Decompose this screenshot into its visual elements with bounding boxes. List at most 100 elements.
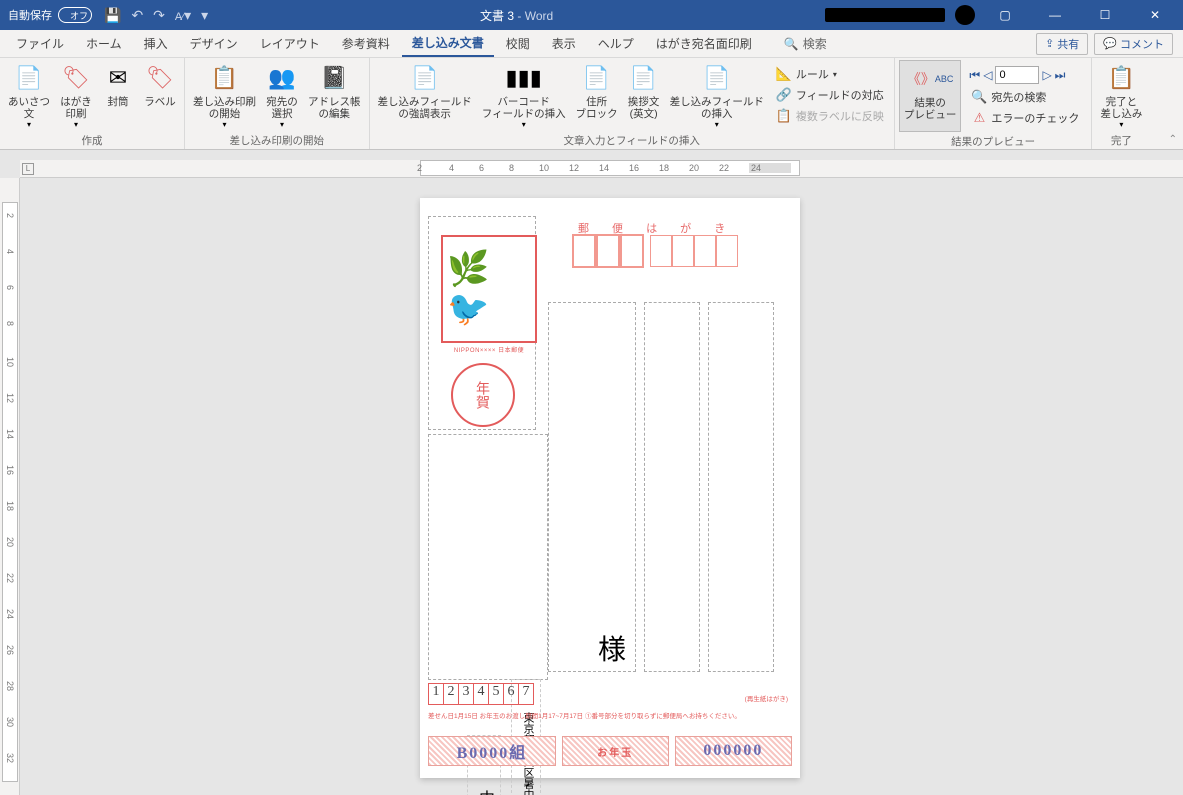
undo-icon[interactable]: ↶ (131, 7, 143, 24)
close-icon[interactable]: ✕ (1135, 0, 1175, 30)
tab-view[interactable]: 表示 (542, 31, 586, 56)
group-preview-label: 結果のプレビュー (899, 132, 1088, 151)
share-button[interactable]: ⇪共有 (1036, 33, 1088, 55)
highlight-fields-button[interactable]: 📄差し込みフィールド の強調表示 (374, 60, 476, 131)
ruler-mark: 22 (719, 163, 729, 173)
group-finish-label: 完了 (1096, 131, 1146, 150)
tab-references[interactable]: 参考資料 (332, 31, 400, 56)
ribbon-display-icon[interactable]: ▢ (985, 0, 1025, 30)
tab-review[interactable]: 校閲 (496, 31, 540, 56)
user-avatar[interactable] (955, 5, 975, 25)
postcard-print-button[interactable]: 🏷はがき 印刷▾ (56, 60, 96, 131)
autosave-state: オフ (58, 7, 92, 23)
sender-postal-digit: 1 (428, 683, 444, 705)
greeting-icon: 📄 (13, 62, 45, 94)
stamp-caption: NIPPON×××× 日本郵便 (441, 345, 537, 354)
stamp-image: 🌿🐦 (441, 235, 537, 343)
address-block-button[interactable]: 📄住所 ブロック (572, 60, 622, 131)
redo-icon[interactable]: ↷ (153, 7, 165, 24)
barcode-field-button[interactable]: ▮▮▮バーコード フィールドの挿入▾ (478, 60, 570, 131)
match-fields-button[interactable]: 🔗フィールドの対応 (772, 85, 888, 105)
error-check-button[interactable]: ⚠エラーのチェック (967, 108, 1083, 128)
comment-button[interactable]: 💬コメント (1094, 33, 1173, 55)
finish-icon: 📋 (1105, 62, 1137, 94)
search-box[interactable]: 🔍検索 (784, 35, 827, 52)
ruler-mark: 8 (509, 163, 514, 173)
insert-field-button[interactable]: 📄差し込みフィールド の挿入▾ (666, 60, 768, 131)
find-recipient-button[interactable]: 🔍宛先の検索 (967, 87, 1083, 107)
tab-help[interactable]: ヘルプ (588, 31, 644, 56)
recipient-address2-textbox[interactable] (644, 302, 700, 672)
ruler-mark: 4 (449, 163, 454, 173)
tab-layout[interactable]: レイアウト (250, 31, 330, 56)
tab-hagaki[interactable]: はがき宛名面印刷 (646, 31, 762, 56)
ruler-mark: 14 (599, 163, 609, 173)
find-icon: 🔍 (971, 89, 987, 105)
next-record-icon[interactable]: ▷ (1042, 68, 1051, 82)
match-icon: 🔗 (776, 87, 792, 103)
nenga-seal: 年賀 (451, 363, 515, 427)
greeting-en-button[interactable]: 📄挨拶文 (英文) (624, 60, 664, 131)
highlight-icon: 📄 (409, 62, 441, 94)
envelope-button[interactable]: ✉封筒 (98, 60, 138, 131)
group-start: 📋差し込み印刷 の開始▾ 👥宛先の 選択▾ 📓アドレス帳 の編集 差し込み印刷の… (185, 58, 370, 149)
font-reflect-icon[interactable]: A⁄▾ (175, 7, 191, 24)
vertical-ruler[interactable]: 2 4 6 8 10 12 14 16 18 20 22 24 26 28 30… (0, 178, 20, 795)
maximize-icon[interactable]: ☐ (1085, 0, 1125, 30)
ribbon: 📄あいさつ 文▾ 🏷はがき 印刷▾ ✉封筒 🏷ラベル 作成 📋差し込み印刷 の開… (0, 58, 1183, 150)
ruler-mark: 24 (5, 609, 15, 619)
preview-results-button[interactable]: 《》ABC結果の プレビュー (899, 60, 962, 132)
ruler-mark: 8 (5, 321, 15, 326)
select-recipients-button[interactable]: 👥宛先の 選択▾ (262, 60, 302, 131)
start-merge-button[interactable]: 📋差し込み印刷 の開始▾ (189, 60, 260, 131)
finish-merge-button[interactable]: 📋完了と 差し込み▾ (1096, 60, 1146, 131)
tab-mailings[interactable]: 差し込み文書 (402, 30, 494, 57)
tab-file[interactable]: ファイル (6, 31, 74, 56)
save-icon[interactable]: 💾 (104, 7, 121, 24)
group-create: 📄あいさつ 文▾ 🏷はがき 印刷▾ ✉封筒 🏷ラベル 作成 (0, 58, 185, 149)
recycled-paper-label: (再生紙はがき) (745, 693, 788, 703)
ruler-mark: 16 (629, 163, 639, 173)
greeting-text-button[interactable]: 📄あいさつ 文▾ (4, 60, 54, 131)
sender-textbox[interactable]: 東京都大田区暑中町二ー一二ー八 暑 中 太 郎 (428, 434, 548, 680)
tab-design[interactable]: デザイン (180, 31, 248, 56)
start-merge-icon: 📋 (209, 62, 241, 94)
honorific-sama: 様 (598, 628, 626, 668)
collapse-ribbon-icon[interactable]: ⌃ (1169, 134, 1177, 145)
stamp-textbox[interactable]: 🌿🐦 NIPPON×××× 日本郵便 年賀 (428, 216, 536, 430)
document-canvas[interactable]: 郵 便 は が き 🌿🐦 NIPPON×××× 日本郵便 年賀 様 東京都大田区… (20, 178, 1183, 795)
window-title: 文書 3 - Word (208, 7, 825, 24)
recipient-address1-textbox[interactable] (708, 302, 774, 672)
sender-postal-digit: 3 (458, 683, 474, 705)
update-labels-icon: 📋 (776, 108, 792, 124)
sender-postal-digit: 4 (473, 683, 489, 705)
recipient-name-textbox[interactable] (548, 302, 636, 672)
record-number-input[interactable] (995, 66, 1039, 84)
minimize-icon[interactable]: — (1035, 0, 1075, 30)
ruler-mark: 12 (569, 163, 579, 173)
autosave-toggle[interactable]: 自動保存 オフ (8, 7, 92, 23)
label-icon: 🏷 (144, 62, 176, 94)
ruler-mark: 30 (5, 717, 15, 727)
horizontal-ruler[interactable]: L 2 4 6 8 10 12 14 16 18 20 22 24 (20, 160, 1183, 178)
page[interactable]: 郵 便 は が き 🌿🐦 NIPPON×××× 日本郵便 年賀 様 東京都大田区… (420, 198, 800, 778)
app-name: - Word (517, 9, 553, 23)
recipient-postal-boxes[interactable] (572, 234, 738, 268)
addressbook-icon: 📓 (318, 62, 350, 94)
prev-record-icon[interactable]: ◁ (983, 68, 992, 82)
sender-postal-boxes[interactable]: 1 2 3 4 5 6 7 (428, 683, 533, 705)
ruler-mark: 20 (5, 537, 15, 547)
tab-insert[interactable]: 挿入 (134, 31, 178, 56)
update-labels-button: 📋複数ラベルに反映 (772, 106, 888, 126)
group-create-label: 作成 (4, 131, 180, 150)
last-record-icon[interactable]: ⏭ (1055, 68, 1066, 83)
ruler-mark: 32 (5, 753, 15, 763)
label-button[interactable]: 🏷ラベル (140, 60, 180, 131)
first-record-icon[interactable]: ⏮ (969, 68, 980, 83)
rules-button[interactable]: 📐ルール ▾ (772, 64, 888, 84)
tab-selector[interactable]: L (22, 163, 34, 175)
edit-addressbook-button[interactable]: 📓アドレス帳 の編集 (304, 60, 365, 131)
tab-home[interactable]: ホーム (76, 31, 132, 56)
group-finish: 📋完了と 差し込み▾ 完了 (1092, 58, 1150, 149)
qat-customize-icon[interactable]: ▾ (201, 7, 208, 24)
